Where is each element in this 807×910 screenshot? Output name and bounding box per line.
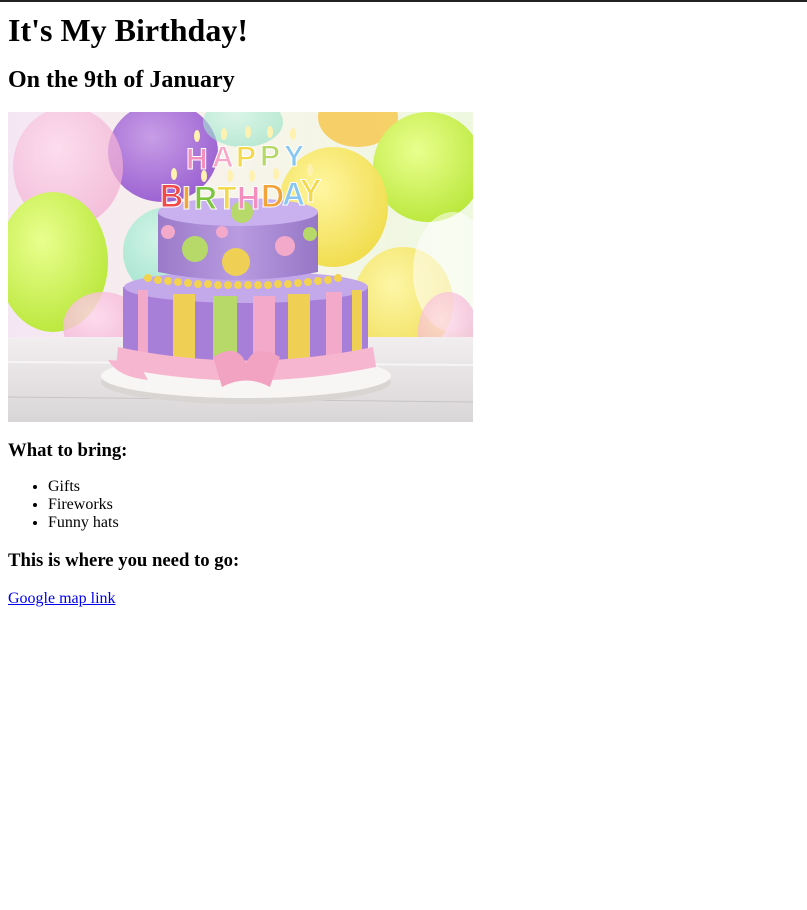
directions-paragraph: Google map link: [8, 590, 799, 608]
svg-text:Y: Y: [284, 140, 304, 173]
birthday-cake-image: H A P P Y B I R T H D A Y: [8, 112, 473, 422]
bring-list: Gifts Fireworks Funny hats: [8, 478, 799, 532]
svg-text:D: D: [261, 178, 284, 214]
page: It's My Birthday! On the 9th of January: [0, 12, 807, 608]
svg-text:P: P: [260, 140, 280, 173]
directions-heading: This is where you need to go:: [8, 550, 240, 571]
google-map-link[interactable]: Google map link: [8, 590, 116, 607]
svg-text:T: T: [217, 180, 237, 216]
svg-text:A: A: [212, 141, 234, 174]
svg-text:P: P: [236, 141, 256, 174]
bring-heading: What to bring:: [8, 440, 128, 461]
svg-text:I: I: [182, 180, 191, 216]
page-subtitle: On the 9th of January: [8, 67, 235, 93]
page-title: It's My Birthday!: [8, 12, 248, 48]
svg-text:R: R: [194, 180, 217, 216]
list-item: Funny hats: [48, 514, 799, 532]
svg-text:B: B: [160, 178, 183, 214]
list-item: Gifts: [48, 478, 799, 496]
svg-text:H: H: [237, 180, 260, 216]
svg-text:Y: Y: [300, 173, 321, 209]
list-item: Fireworks: [48, 496, 799, 514]
